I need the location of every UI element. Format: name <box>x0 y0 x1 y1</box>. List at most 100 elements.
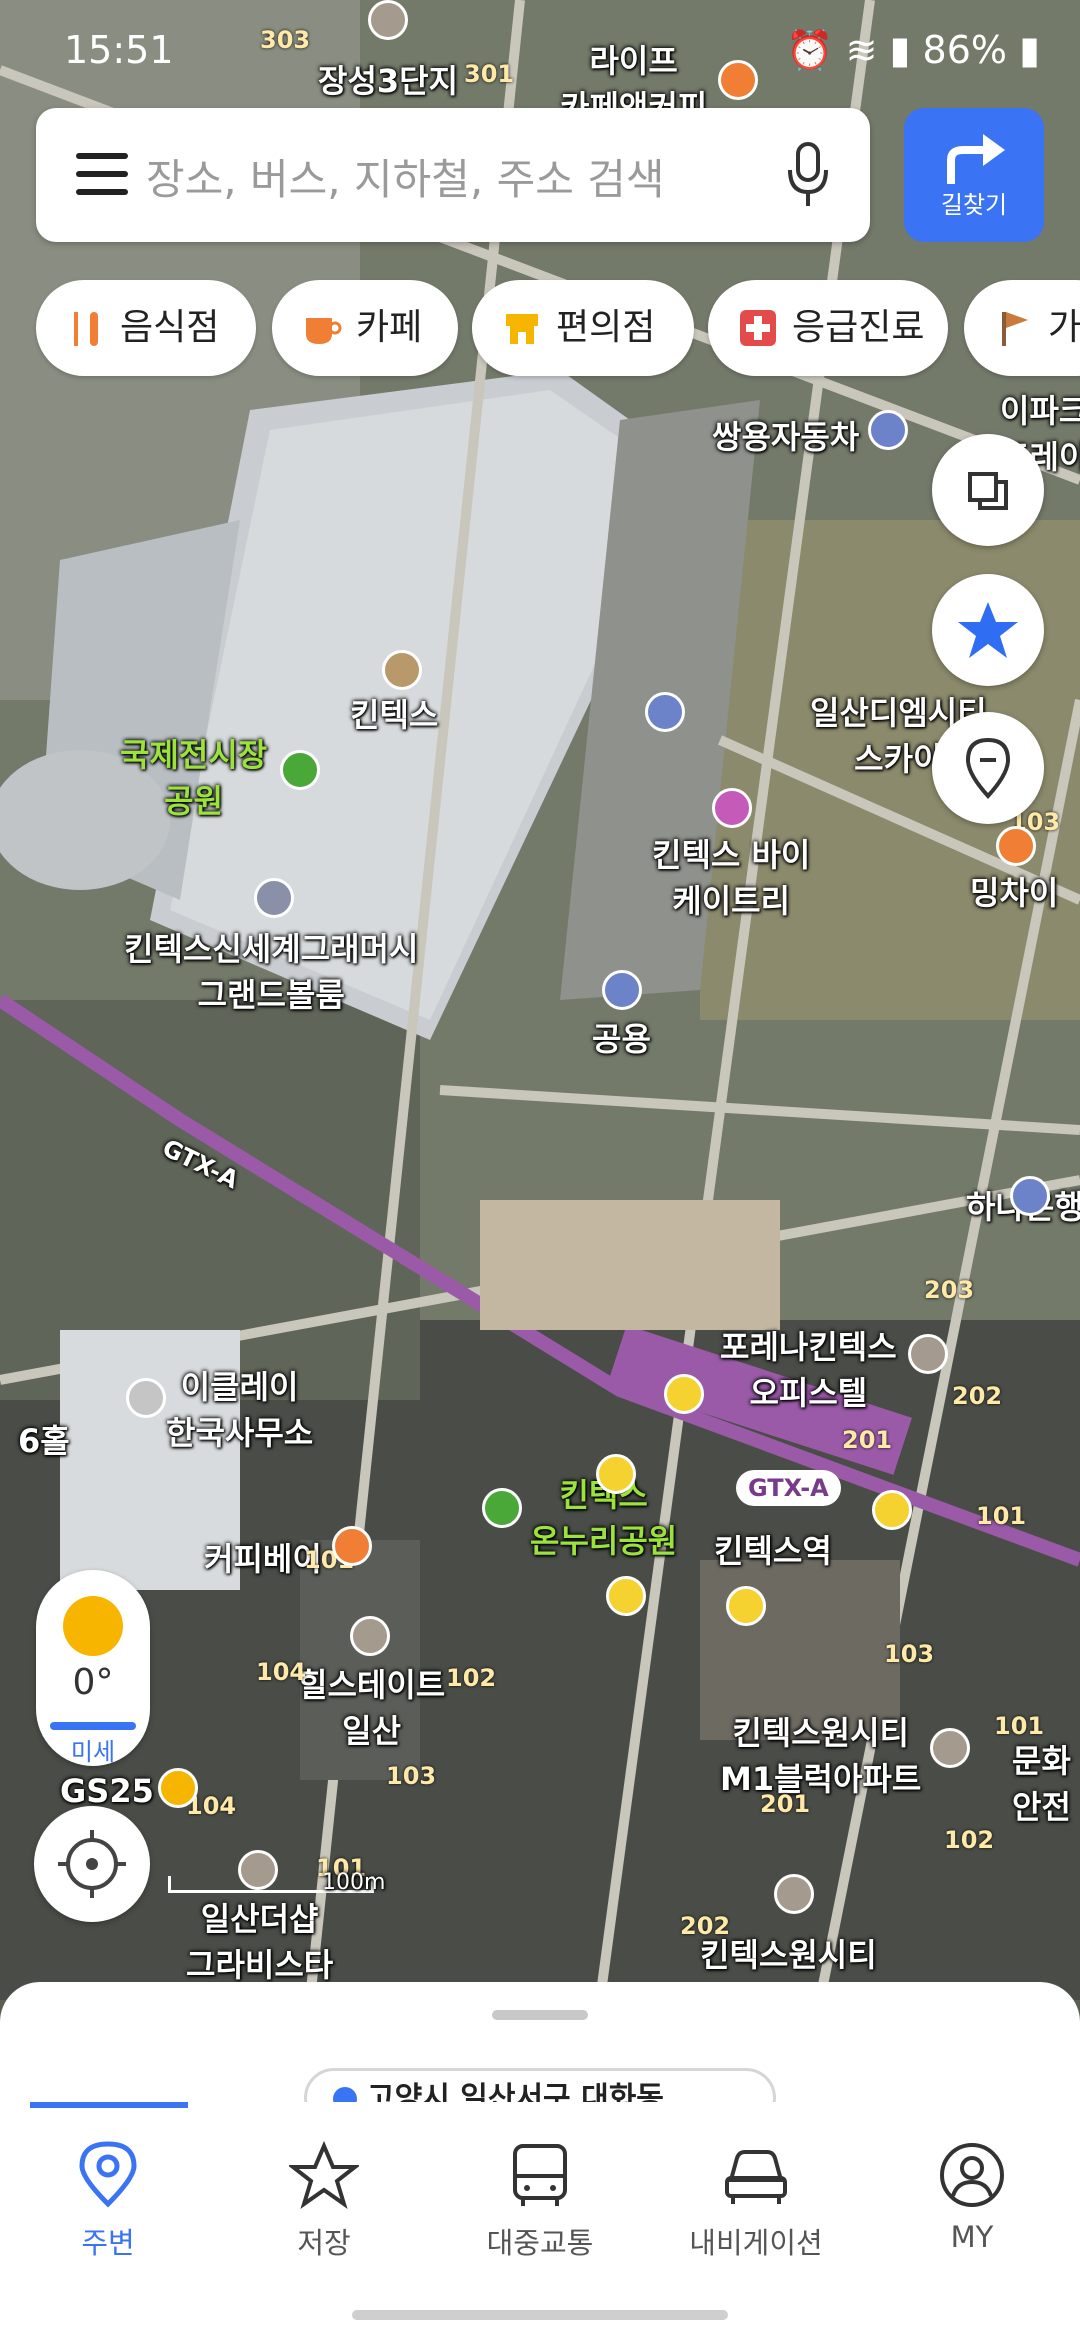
battery-level: 86% <box>922 28 1007 72</box>
poi-kintex[interactable]: 킨텍스 <box>350 690 438 736</box>
tab-nearby[interactable]: 주변 <box>0 2140 216 2280</box>
crosshair-icon <box>58 1830 126 1898</box>
poi-ssangyong[interactable]: 쌍용자동차 <box>712 412 859 458</box>
menu-icon[interactable] <box>76 153 128 195</box>
building-number: 202 <box>680 1912 731 1940</box>
gtx-station-badge[interactable]: GTX-A <box>736 1470 841 1506</box>
poi-grabista[interactable]: 일산더샵 그라비스타 <box>186 1894 333 1986</box>
tab-my[interactable]: MY <box>864 2140 1080 2280</box>
route-button-label: 길찾기 <box>940 191 1008 219</box>
microphone-icon[interactable] <box>786 140 830 210</box>
building-number: 202 <box>952 1382 1003 1410</box>
flag-icon <box>1002 312 1028 346</box>
bus-icon <box>513 2144 567 2206</box>
building-number: 102 <box>446 1664 497 1692</box>
exit-3-pin-icon[interactable] <box>726 1586 766 1626</box>
park-pin-icon[interactable] <box>482 1488 522 1528</box>
building-number: 201 <box>842 1426 893 1454</box>
layers-icon <box>968 472 1008 510</box>
restaurant-pin-icon[interactable] <box>996 826 1036 866</box>
cafe-pin-icon[interactable] <box>332 1526 372 1566</box>
poi-onecity-m1[interactable]: 킨텍스원시티 M1블럭아파트 <box>720 1708 921 1800</box>
apartment-pin-icon[interactable] <box>774 1874 814 1914</box>
tab-navigation[interactable]: 내비게이션 <box>648 2140 864 2280</box>
landmark-pin-icon[interactable] <box>382 650 422 690</box>
poi-hillstate[interactable]: 힐스테이트 일산 <box>298 1660 445 1752</box>
poi-grandball[interactable]: 킨텍스신세계그래머시 그랜드볼룸 <box>124 924 418 1016</box>
place-marker-button[interactable] <box>932 712 1044 824</box>
map-layer-button[interactable] <box>932 434 1044 546</box>
building-number: 201 <box>760 1790 811 1818</box>
poi-mingchai[interactable]: 밍차이 <box>970 868 1058 914</box>
tab-label: 대중교통 <box>486 2226 594 2260</box>
chip-label: 카페 <box>356 307 423 348</box>
chip-label: 응급진료 <box>792 307 925 348</box>
parking-pin-icon[interactable] <box>645 692 685 732</box>
store-icon <box>506 314 538 344</box>
tab-label: MY <box>950 2220 994 2254</box>
status-bar: 15:51 ⏰ ≋ ▮ 86% ▮ <box>0 28 1080 78</box>
building-number: 104 <box>256 1658 307 1686</box>
building-number: 101 <box>976 1502 1027 1530</box>
apartment-pin-icon[interactable] <box>908 1334 948 1374</box>
search-bar[interactable]: 장소, 버스, 지하철, 주소 검색 <box>36 108 870 242</box>
ring-pin-icon[interactable] <box>254 878 294 918</box>
home-indicator[interactable] <box>352 2310 728 2320</box>
signal-icon: ▮ <box>889 28 911 72</box>
car-dealer-pin-icon[interactable] <box>868 410 908 450</box>
poi-hall6[interactable]: 6홀 <box>18 1416 70 1462</box>
chip-restaurant[interactable]: 음식점 <box>36 280 256 376</box>
poi-munhwa[interactable]: 문화 안전 <box>1012 1736 1071 1828</box>
tab-label: 저장 <box>297 2226 351 2260</box>
location-pin-icon <box>965 737 1011 799</box>
apartment-pin-icon[interactable] <box>350 1616 390 1656</box>
poi-icley[interactable]: 이클레이 한국사무소 <box>166 1362 313 1454</box>
tab-label: 내비게이션 <box>689 2226 823 2260</box>
route-button[interactable]: 길찾기 <box>904 108 1044 242</box>
star-icon <box>289 2140 359 2209</box>
car-icon <box>725 2150 787 2204</box>
search-input[interactable]: 장소, 버스, 지하철, 주소 검색 <box>146 146 665 207</box>
chip-emergency[interactable]: 응급진료 <box>708 280 948 376</box>
user-icon <box>940 2143 1004 2207</box>
fork-knife-icon <box>74 312 98 346</box>
bank-pin-icon[interactable] <box>1010 1176 1050 1216</box>
convenience-pin-icon[interactable] <box>158 1768 198 1808</box>
building-number: 101 <box>994 1712 1045 1740</box>
star-icon <box>958 602 1018 658</box>
exit-2-pin-icon[interactable] <box>872 1490 912 1530</box>
favorites-button[interactable] <box>932 574 1044 686</box>
tab-transit[interactable]: 대중교통 <box>432 2140 648 2280</box>
dust-label: 미세 <box>70 1738 116 1766</box>
poi-gs25[interactable]: GS25 <box>60 1772 154 1810</box>
coffee-cup-icon <box>306 318 342 344</box>
bottom-sheet[interactable]: 고양시 일산서구 대화동 <box>0 1982 1080 2128</box>
poi-kbuy[interactable]: 킨텍스 바이 케이트리 <box>652 830 810 922</box>
poi-public-parking[interactable]: 공용 <box>592 1014 651 1060</box>
exit-1-pin-icon[interactable] <box>664 1374 704 1414</box>
alarm-icon: ⏰ <box>786 28 834 72</box>
poi-park[interactable]: 국제전시장 공원 <box>120 730 267 822</box>
chip-label: 음식점 <box>120 307 220 348</box>
current-location-button[interactable] <box>34 1806 150 1922</box>
exit-5-pin-icon[interactable] <box>596 1454 636 1494</box>
poi-forena[interactable]: 포레나킨텍스 오피스텔 <box>720 1322 897 1414</box>
parking-pin-icon[interactable] <box>602 970 642 1010</box>
park-pin-icon[interactable] <box>280 750 320 790</box>
location-pin-icon <box>79 2141 137 2208</box>
store-pin-icon[interactable] <box>712 788 752 828</box>
sheet-handle[interactable] <box>492 2010 588 2020</box>
chip-convenience[interactable]: 편의점 <box>472 280 694 376</box>
weather-widget[interactable]: 0° 미세 <box>36 1570 150 1766</box>
office-pin-icon[interactable] <box>126 1378 166 1418</box>
sun-icon <box>63 1596 123 1656</box>
exit-4-pin-icon[interactable] <box>606 1576 646 1616</box>
apartment-pin-icon[interactable] <box>930 1728 970 1768</box>
building-number: 102 <box>944 1826 995 1854</box>
chip-cafe[interactable]: 카페 <box>272 280 458 376</box>
poi-station[interactable]: 킨텍스역 <box>714 1526 832 1572</box>
bottom-nav: 주변 저장 대중교통 내비게이션 MY <box>0 2102 1080 2300</box>
turn-right-arrow-icon <box>947 134 1005 184</box>
tab-saved[interactable]: 저장 <box>216 2140 432 2280</box>
chip-more[interactable]: 가 <box>964 280 1080 376</box>
